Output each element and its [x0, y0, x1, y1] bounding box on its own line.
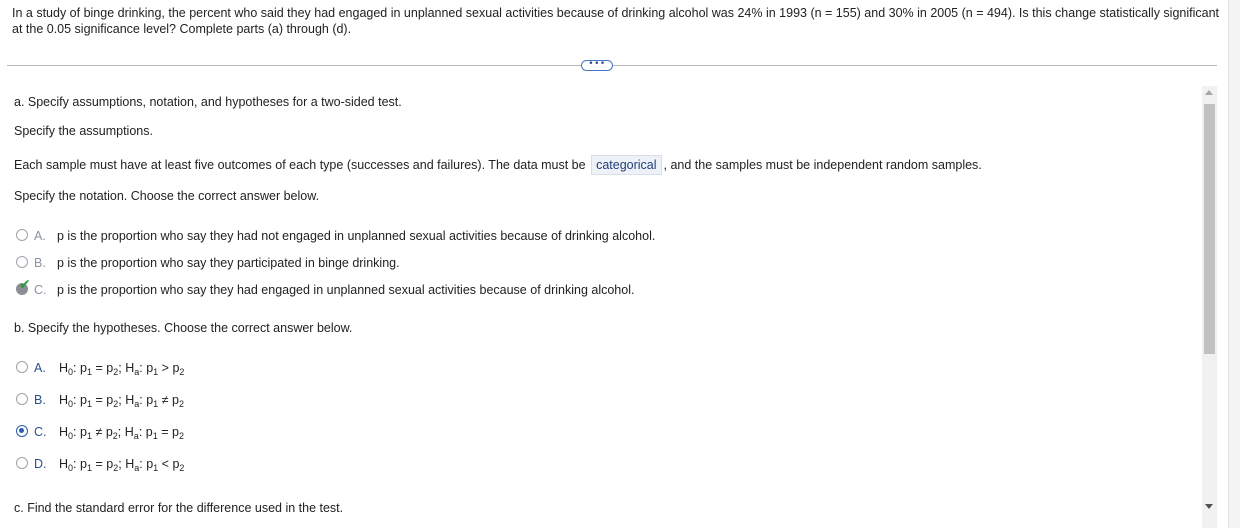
assumption-text-before: Each sample must have at least five outc…: [14, 158, 586, 172]
question-text: In a study of binge drinking, the percen…: [12, 6, 1220, 36]
assumption-sentence: Each sample must have at least five outc…: [14, 155, 982, 175]
part-a-heading: a. Specify assumptions, notation, and hy…: [14, 95, 402, 109]
option-text: p is the proportion who say they partici…: [57, 256, 400, 270]
notation-prompt: Specify the notation. Choose the correct…: [14, 189, 320, 203]
option-letter: C.: [34, 283, 47, 297]
option-letter: B.: [34, 256, 46, 270]
option-letter: C.: [34, 425, 47, 439]
assumptions-prompt: Specify the assumptions.: [14, 124, 153, 138]
option-letter: A.: [34, 361, 46, 375]
radio-button[interactable]: [16, 256, 28, 268]
radio-button[interactable]: [16, 425, 28, 437]
option-letter: D.: [34, 457, 47, 471]
triangle-up-icon[interactable]: [1205, 90, 1213, 95]
hypothesis-text: H0: p1 = p2; Ha: p1 ≠ p2: [59, 393, 184, 409]
hypothesis-text: H0: p1 = p2; Ha: p1 < p2: [59, 457, 185, 473]
option-letter: B.: [34, 393, 46, 407]
option-text: p is the proportion who say they had eng…: [57, 283, 635, 297]
check-icon: ✔: [19, 277, 31, 293]
radio-button[interactable]: [16, 229, 28, 241]
option-letter: A.: [34, 229, 46, 243]
part-b-heading: b. Specify the hypotheses. Choose the co…: [14, 321, 353, 335]
scrollbar-thumb[interactable]: [1204, 104, 1215, 354]
radio-button[interactable]: [16, 457, 28, 469]
assumption-text-after: , and the samples must be independent ra…: [663, 158, 982, 172]
page-right-margin: [1228, 0, 1240, 528]
triangle-down-icon[interactable]: [1205, 504, 1213, 509]
assumption-answer-box[interactable]: categorical: [591, 155, 662, 175]
radio-button[interactable]: [16, 393, 28, 405]
option-text: p is the proportion who say they had not…: [57, 229, 656, 243]
part-c-heading: c. Find the standard error for the diffe…: [14, 501, 344, 515]
radio-button[interactable]: [16, 361, 28, 373]
hypothesis-text: H0: p1 ≠ p2; Ha: p1 = p2: [59, 425, 184, 441]
vertical-scrollbar[interactable]: [1202, 86, 1217, 528]
more-button[interactable]: •••: [581, 60, 613, 71]
answer-scroll-area: a. Specify assumptions, notation, and hy…: [0, 82, 1202, 528]
hypothesis-text: H0: p1 = p2; Ha: p1 > p2: [59, 361, 185, 377]
